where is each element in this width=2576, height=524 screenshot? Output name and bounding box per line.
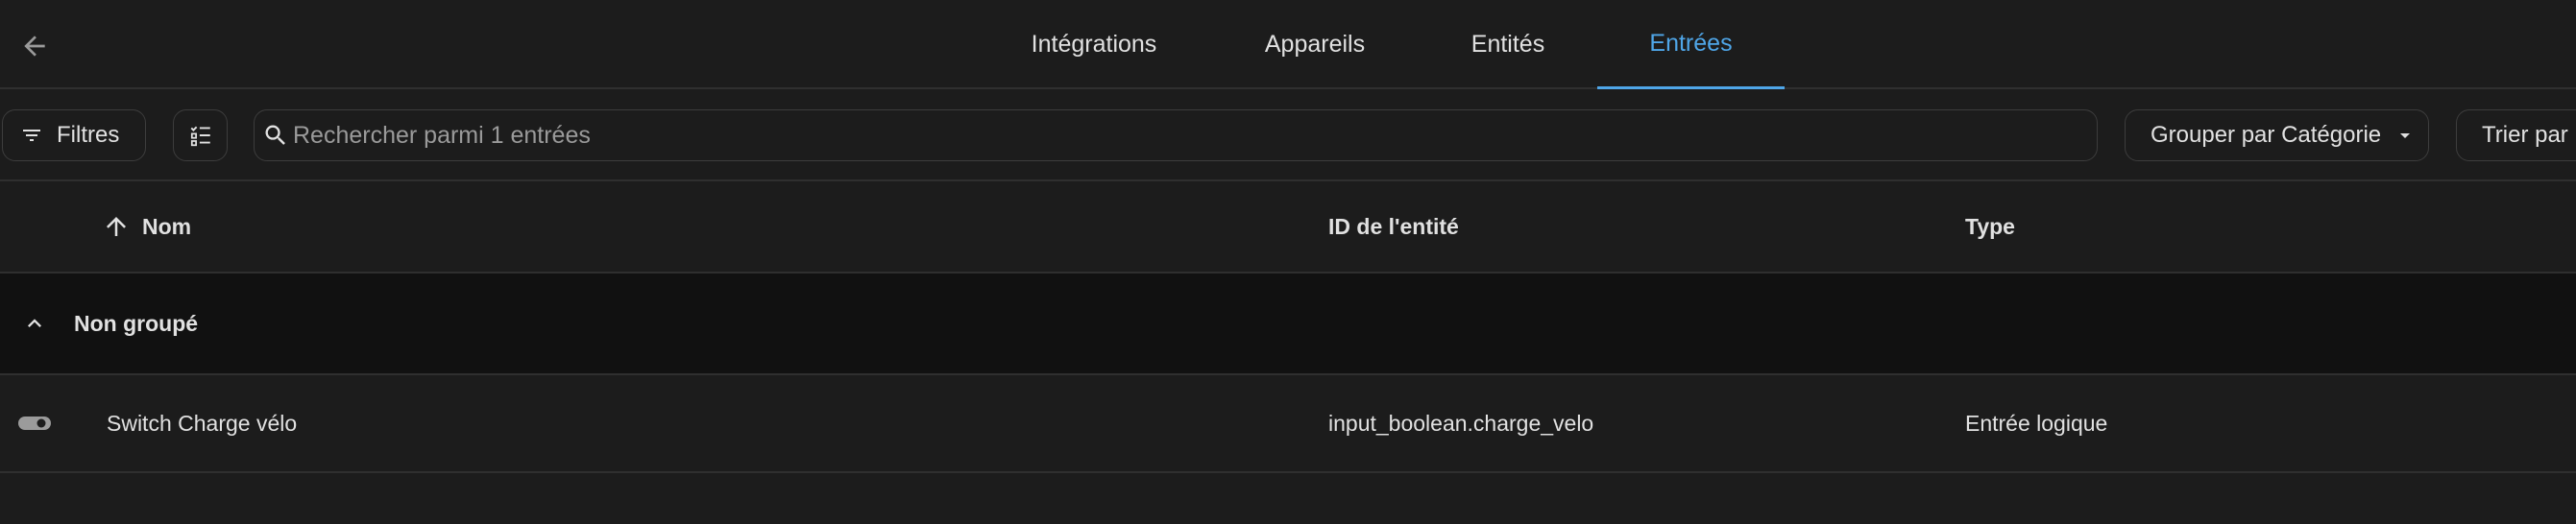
column-label-type: Type [1965, 213, 2015, 239]
back-button[interactable] [13, 25, 56, 67]
arrow-up-icon [102, 212, 131, 241]
tab-integrations[interactable]: Intégrations [1010, 0, 1178, 89]
table-header: Nom ID de l'entité Type [0, 181, 2576, 274]
row-entity-id: input_boolean.charge_velo [1328, 410, 1594, 436]
checklist-icon [188, 123, 213, 148]
table-row[interactable]: Switch Charge vélo input_boolean.charge_… [0, 375, 2576, 473]
column-header-name[interactable]: Nom [102, 181, 191, 272]
search-icon [262, 122, 289, 149]
group-header[interactable]: Non groupé [0, 274, 2576, 375]
sort-button[interactable]: Trier par N [2456, 109, 2576, 161]
column-header-type[interactable]: Type [1965, 181, 2015, 272]
group-by-label: Grouper par Catégorie [2151, 122, 2382, 148]
group-by-button[interactable]: Grouper par Catégorie [2125, 109, 2429, 161]
tab-inputs[interactable]: Entrées [1597, 0, 1785, 89]
top-navigation: Intégrations Appareils Entités Entrées [0, 0, 2576, 89]
row-type: Entrée logique [1965, 410, 2108, 436]
search-field[interactable] [254, 109, 2098, 161]
select-mode-button[interactable] [173, 109, 228, 161]
arrow-left-icon [19, 31, 50, 61]
toggle-switch-icon [17, 375, 52, 471]
filters-button[interactable]: Filtres [2, 109, 146, 161]
group-label: Non groupé [74, 310, 199, 336]
row-name: Switch Charge vélo [107, 410, 298, 436]
toolbar: Filtres Grouper par Catégorie Trier par … [0, 89, 2576, 181]
chevron-up-icon[interactable] [21, 274, 48, 373]
sort-label: Trier par N [2482, 122, 2576, 148]
search-input[interactable] [293, 121, 2022, 150]
filters-label: Filtres [57, 122, 120, 148]
tab-entities[interactable]: Entités [1452, 0, 1564, 89]
caret-down-icon [2398, 131, 2412, 140]
tab-devices[interactable]: Appareils [1249, 0, 1381, 89]
column-label-name: Nom [142, 213, 192, 239]
column-label-entity-id: ID de l'entité [1328, 213, 1459, 239]
filter-icon [20, 124, 43, 147]
column-header-entity-id[interactable]: ID de l'entité [1328, 181, 1459, 272]
